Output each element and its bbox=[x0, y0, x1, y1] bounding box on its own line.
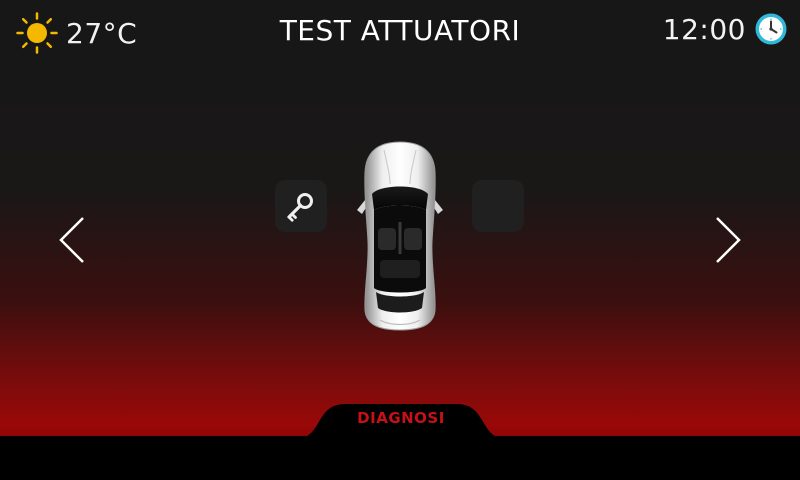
status-bar: 27°C TEST ATTUATORI 12:00 bbox=[0, 0, 800, 64]
clock-widget: 12:00 bbox=[663, 12, 788, 46]
next-button[interactable] bbox=[710, 212, 744, 268]
previous-button[interactable] bbox=[56, 212, 90, 268]
actuator-empty-button[interactable] bbox=[472, 180, 524, 232]
bottom-bar bbox=[0, 436, 800, 480]
chevron-right-icon bbox=[716, 217, 741, 263]
car-top-view bbox=[357, 141, 443, 331]
key-icon bbox=[287, 193, 313, 222]
chevron-left-icon bbox=[59, 217, 84, 263]
clock-icon bbox=[755, 13, 787, 45]
diagnosi-tab-label[interactable]: DIAGNOSI bbox=[298, 409, 504, 427]
time-label: 12:00 bbox=[662, 12, 746, 46]
actuator-key-button[interactable] bbox=[275, 180, 327, 232]
